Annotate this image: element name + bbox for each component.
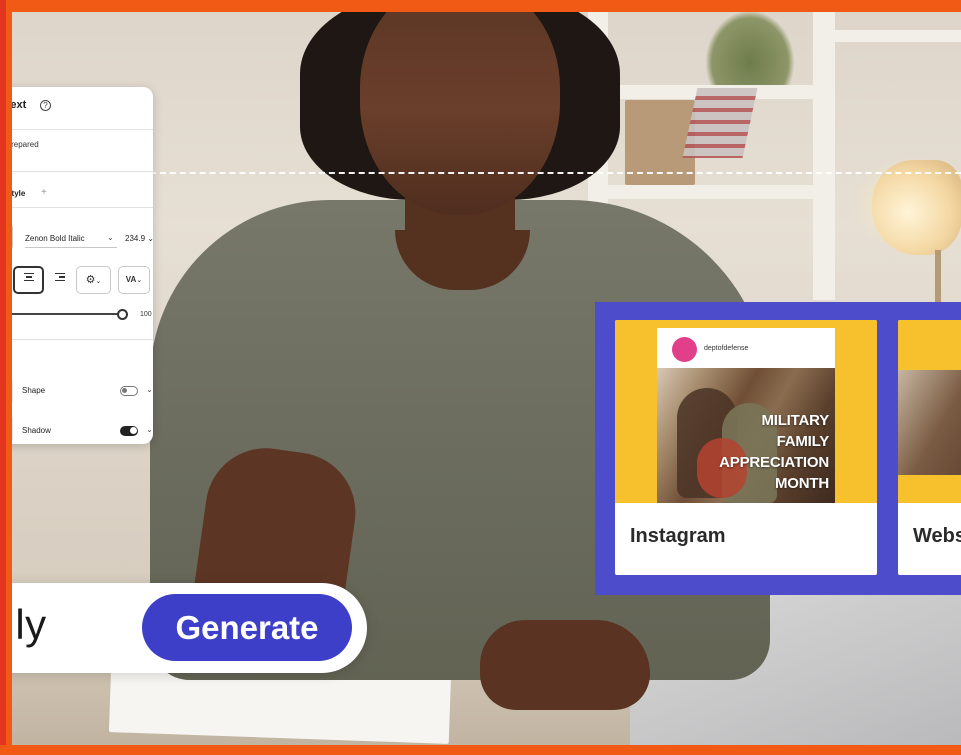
headline-line: MILITARY bbox=[761, 412, 829, 429]
chevron-down-icon: ⌄ bbox=[95, 278, 102, 285]
post-photo: MILITARY FAMILY APPRECIATION MONTH bbox=[657, 368, 835, 503]
shape-toggle[interactable] bbox=[120, 386, 138, 396]
shelf-board bbox=[600, 185, 835, 199]
lamp bbox=[872, 160, 961, 255]
align-right-icon bbox=[55, 271, 65, 284]
card-background: deptofdefense MILITARY FAMILY APPRECIATI… bbox=[615, 320, 877, 503]
format-card-website[interactable]: Websi bbox=[898, 320, 961, 575]
person-hand bbox=[480, 620, 650, 710]
shelf-post bbox=[813, 10, 835, 300]
divider bbox=[0, 129, 153, 130]
headline-line: MONTH bbox=[775, 475, 829, 492]
generate-button[interactable]: Generate bbox=[142, 594, 352, 661]
chevron-down-icon[interactable]: ⌄ bbox=[146, 385, 153, 394]
headline-line: APPRECIATION bbox=[719, 454, 829, 471]
shelf-board bbox=[835, 30, 961, 42]
frame-border-bottom bbox=[0, 745, 961, 755]
tracking-dropdown[interactable]: VA⌄ bbox=[118, 266, 150, 294]
promo-canvas: t text ? e prepared n style + Zenon Bold… bbox=[0, 0, 961, 755]
instagram-post: deptofdefense MILITARY FAMILY APPRECIATI… bbox=[657, 328, 835, 503]
divider bbox=[0, 171, 153, 172]
headline-line: FAMILY bbox=[776, 433, 830, 450]
prompt-bar: mily Generate bbox=[0, 583, 367, 673]
post-headline: MILITARY FAMILY APPRECIATION MONTH bbox=[719, 410, 829, 494]
align-right-button[interactable] bbox=[49, 266, 71, 294]
align-center-icon bbox=[23, 271, 34, 284]
opacity-slider-handle[interactable] bbox=[117, 309, 128, 320]
divider bbox=[0, 339, 153, 340]
frame-border-top bbox=[0, 0, 961, 12]
account-handle: deptofdefense bbox=[704, 345, 749, 352]
tracking-icon: VA bbox=[125, 275, 137, 284]
font-family-select[interactable]: Zenon Bold Italic bbox=[25, 234, 117, 248]
format-card-instagram[interactable]: deptofdefense MILITARY FAMILY APPRECIATI… bbox=[615, 320, 877, 575]
divider bbox=[0, 207, 153, 208]
opacity-value[interactable]: 100 bbox=[140, 311, 152, 318]
frame-border-left-accent bbox=[0, 0, 6, 755]
lamp-stem bbox=[935, 250, 941, 310]
dashed-guide-line bbox=[150, 172, 961, 174]
effect-label-shadow: Shadow bbox=[22, 426, 51, 435]
post-photo bbox=[898, 370, 961, 475]
question-circle-icon[interactable]: ? bbox=[40, 100, 51, 111]
card-background bbox=[898, 320, 961, 503]
chevron-down-icon[interactable]: ⌄ bbox=[107, 233, 114, 242]
avatar bbox=[672, 337, 697, 362]
gear-icon: ⚙ bbox=[85, 274, 96, 286]
plus-icon[interactable]: + bbox=[41, 187, 47, 198]
person-face bbox=[360, 0, 560, 215]
format-label: Websi bbox=[913, 525, 961, 547]
align-center-button[interactable] bbox=[13, 266, 44, 294]
opacity-slider-track[interactable] bbox=[0, 313, 118, 315]
font-size-select[interactable]: 234.9 ⌄ bbox=[125, 234, 154, 243]
chevron-down-icon: ⌄ bbox=[136, 277, 143, 284]
effect-label-shape: Shape bbox=[22, 386, 46, 395]
edit-text-panel: t text ? e prepared n style + Zenon Bold… bbox=[0, 87, 154, 444]
format-label: Instagram bbox=[630, 525, 726, 547]
text-effects-dropdown[interactable]: ⚙⌄ bbox=[76, 266, 111, 294]
format-preview-panel: deptofdefense MILITARY FAMILY APPRECIATI… bbox=[595, 302, 961, 595]
plant bbox=[705, 10, 795, 85]
shadow-toggle[interactable] bbox=[120, 426, 138, 436]
chevron-down-icon[interactable]: ⌄ bbox=[146, 425, 153, 434]
font-size-value: 234.9 bbox=[125, 234, 146, 243]
